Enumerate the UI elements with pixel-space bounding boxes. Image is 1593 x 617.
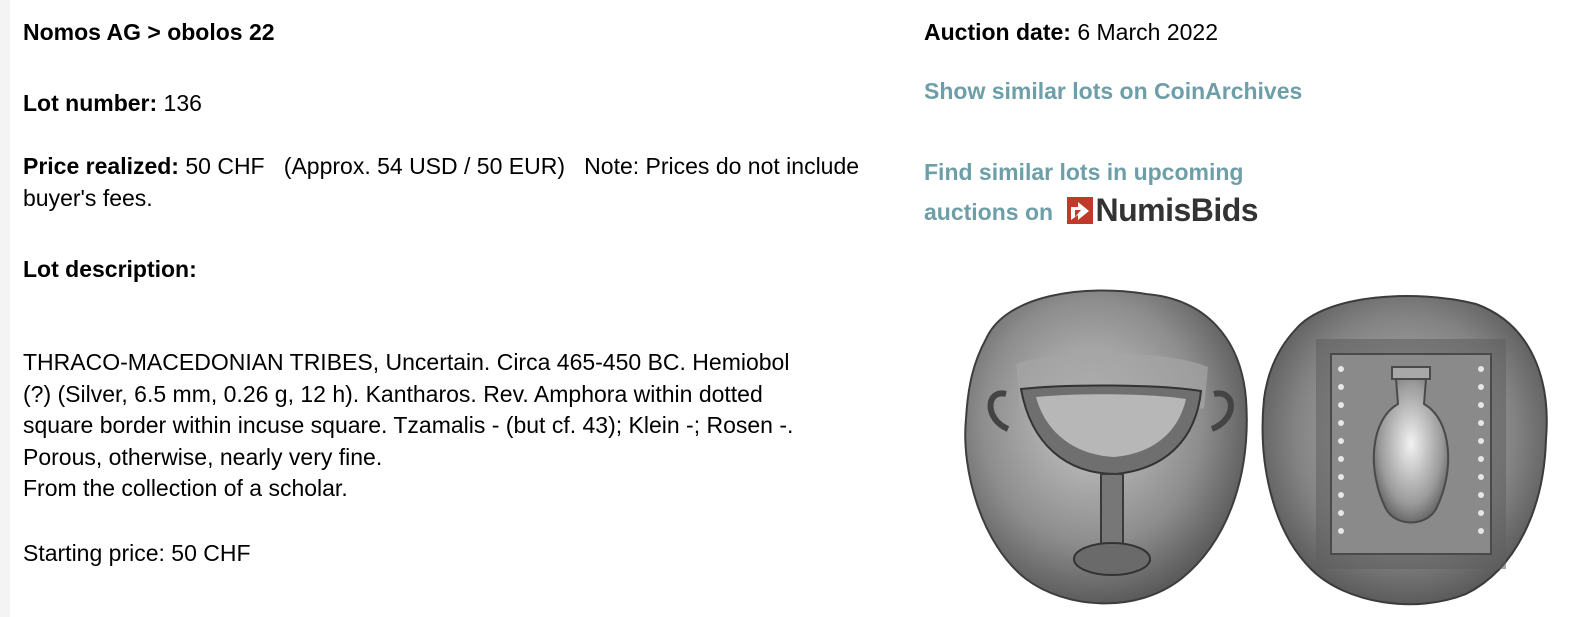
numisbids-logo-part2: Bids: [1190, 192, 1259, 228]
lot-number-value: 136: [163, 90, 202, 116]
numisbids-link-line2: auctions on: [924, 199, 1054, 225]
price-realized: Price realized: 50 CHF (Approx. 54 USD /…: [23, 150, 903, 214]
description-line: (?) (Silver, 6.5 mm, 0.26 g, 12 h). Kant…: [23, 380, 763, 407]
description-line: square border within incuse square. Tzam…: [23, 412, 794, 438]
lot-number-label: Lot number:: [23, 90, 158, 116]
description-line: THRACO-MACEDONIAN TRIBES, Uncertain. Cir…: [23, 349, 790, 375]
numisbids-logo-part1: Numis: [1095, 192, 1191, 228]
lot-description-label: Lot description:: [23, 256, 197, 282]
lot-number: Lot number: 136: [23, 87, 202, 119]
lot-description: THRACO-MACEDONIAN TRIBES, Uncertain. Cir…: [23, 347, 903, 505]
description-line: From the collection of a scholar.: [23, 475, 348, 501]
numisbids-logo-icon: [1067, 197, 1094, 224]
auction-date: Auction date: 6 March 2022: [924, 16, 1218, 48]
auction-date-label: Auction date:: [924, 19, 1071, 45]
coinarchives-link[interactable]: Show similar lots on CoinArchives: [924, 78, 1302, 105]
coin-obverse-image: [964, 289, 1248, 605]
starting-price: Starting price: 50 CHF: [23, 540, 251, 566]
coin-reverse-image: [1261, 295, 1548, 606]
lot-page: Nomos AG > obolos 22 Lot number: 136 Pri…: [10, 0, 1593, 617]
page-title[interactable]: Nomos AG > obolos 22: [23, 16, 275, 48]
price-realized-label: Price realized:: [23, 153, 179, 179]
numisbids-link[interactable]: Find similar lots in upcoming auctions o…: [924, 153, 1344, 231]
numisbids-logo: NumisBids: [1067, 191, 1259, 229]
coin-image[interactable]: [946, 269, 1556, 609]
price-approx: (Approx. 54 USD / 50 EUR): [283, 153, 565, 179]
auction-date-value: 6 March 2022: [1077, 19, 1218, 45]
price-realized-value: 50 CHF: [185, 153, 265, 179]
numisbids-link-line1: Find similar lots in upcoming: [924, 159, 1244, 185]
description-line: Porous, otherwise, nearly very fine.: [23, 443, 383, 470]
